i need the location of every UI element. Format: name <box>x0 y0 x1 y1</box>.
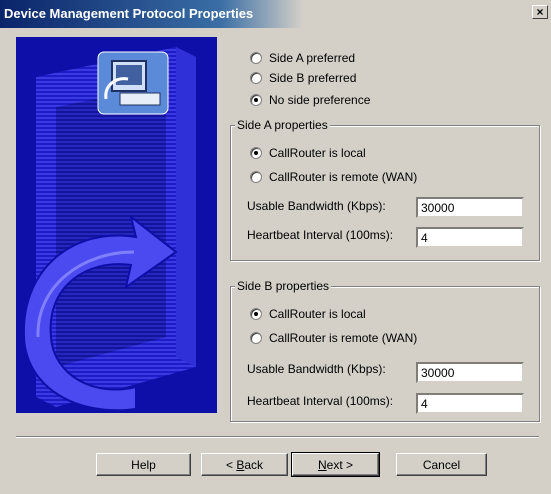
side-b-heartbeat-label: Heartbeat Interval (100ms): <box>247 394 394 408</box>
radio-side-b-callrouter-local[interactable]: CallRouter is local <box>250 307 366 321</box>
radio-side-b-callrouter-remote[interactable]: CallRouter is remote (WAN) <box>250 331 417 345</box>
side-a-heartbeat-label: Heartbeat Interval (100ms): <box>247 228 394 242</box>
next-button[interactable]: Next > <box>291 452 380 477</box>
back-prefix: < <box>225 457 237 472</box>
radio-label: CallRouter is local <box>269 146 366 160</box>
radio-side-b-preferred[interactable]: Side B preferred <box>250 71 356 85</box>
side-a-bandwidth-label: Usable Bandwidth (Kbps): <box>247 199 386 213</box>
radio-label: CallRouter is remote (WAN) <box>269 170 418 184</box>
radio-side-a-preferred[interactable]: Side A preferred <box>250 51 355 65</box>
window-title: Device Management Protocol Properties <box>4 6 254 21</box>
wizard-illustration <box>16 37 217 413</box>
radio-button[interactable] <box>250 52 262 64</box>
cancel-button[interactable]: Cancel <box>396 453 487 476</box>
radio-no-side-preference[interactable]: No side preference <box>250 93 370 107</box>
back-button[interactable]: < Back <box>201 453 288 476</box>
close-button[interactable]: × <box>532 5 548 19</box>
side-a-bandwidth-input[interactable]: 30000 <box>416 197 524 218</box>
button-label: Next > <box>318 458 353 472</box>
side-b-heartbeat-input[interactable]: 4 <box>416 393 524 414</box>
side-a-heartbeat-input[interactable]: 4 <box>416 227 524 248</box>
side-b-bandwidth-input[interactable]: 30000 <box>416 362 524 383</box>
radio-button[interactable] <box>250 171 262 183</box>
next-rest: ext > <box>326 457 354 472</box>
side-b-bandwidth-label: Usable Bandwidth (Kbps): <box>247 362 386 376</box>
close-icon: × <box>536 5 544 19</box>
radio-button[interactable] <box>250 147 262 159</box>
button-label: < Back <box>226 458 263 472</box>
button-label: Cancel <box>422 457 461 472</box>
radio-button[interactable] <box>250 308 262 320</box>
group-title: Side B properties <box>235 279 332 293</box>
button-label: Help <box>131 457 156 472</box>
title-bar: Device Management Protocol Properties × <box>0 0 551 28</box>
radio-label: Side A preferred <box>269 51 356 65</box>
button-separator <box>16 436 539 438</box>
help-button[interactable]: Help <box>96 453 191 476</box>
radio-button[interactable] <box>250 94 262 106</box>
radio-side-a-callrouter-remote[interactable]: CallRouter is remote (WAN) <box>250 170 417 184</box>
next-accelerator: N <box>317 457 327 472</box>
computer-wizard-icon <box>16 37 217 413</box>
radio-label: No side preference <box>269 93 371 107</box>
radio-label: CallRouter is remote (WAN) <box>269 331 418 345</box>
radio-label: Side B preferred <box>269 71 357 85</box>
radio-side-a-callrouter-local[interactable]: CallRouter is local <box>250 146 366 160</box>
group-title: Side A properties <box>235 118 330 132</box>
back-rest: ack <box>244 457 264 472</box>
radio-label: CallRouter is local <box>269 307 366 321</box>
radio-button[interactable] <box>250 332 262 344</box>
radio-button[interactable] <box>250 72 262 84</box>
dialog-window: Device Management Protocol Properties × <box>0 0 551 494</box>
